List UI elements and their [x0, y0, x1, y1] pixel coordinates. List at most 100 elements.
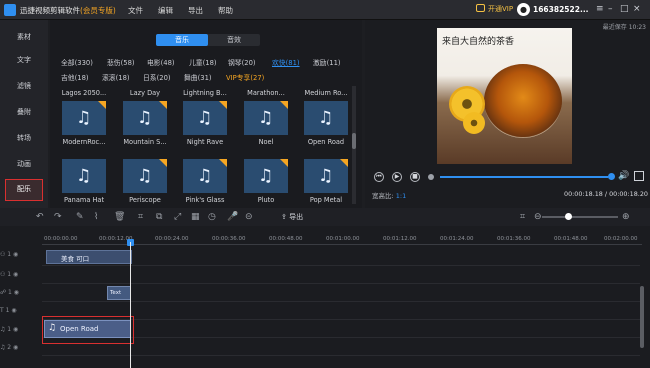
- music-item[interactable]: ♫ Periscope: [119, 159, 171, 204]
- fullscreen-icon[interactable]: [634, 171, 644, 181]
- music-note-icon: ♫: [76, 108, 92, 128]
- music-item-lazy-day[interactable]: Lazy Day: [119, 86, 171, 97]
- music-item[interactable]: ♫ ModernRoc...: [58, 101, 110, 146]
- music-label: Night Rave: [186, 138, 224, 146]
- volume-icon[interactable]: 🔊: [618, 171, 629, 181]
- music-label: Lightning B...: [183, 89, 227, 97]
- zoom-in-icon[interactable]: ⊕: [622, 212, 630, 222]
- selection-highlight: [42, 316, 134, 344]
- sidebar-item-filter[interactable]: 滤镜: [0, 76, 48, 96]
- track-row[interactable]: [42, 266, 640, 284]
- aspect-ratio[interactable]: 宽高比: 1:1: [372, 190, 406, 200]
- music-thumb: ♫: [123, 101, 167, 135]
- menu-edit[interactable]: 编辑: [158, 5, 173, 16]
- music-item-marathon[interactable]: Marathon...: [240, 86, 292, 97]
- music-item[interactable]: ♫ Pop Metal: [300, 159, 348, 204]
- track-label-overlay: ⚇ 1 ◉: [0, 271, 19, 278]
- close-icon[interactable]: ×: [633, 4, 641, 14]
- avatar[interactable]: ●: [517, 3, 530, 16]
- category-piano[interactable]: 钢琴(20): [228, 57, 256, 67]
- music-item[interactable]: ♫ Mountain S...: [119, 101, 171, 146]
- music-item[interactable]: ♫ Noel: [240, 101, 292, 146]
- music-label: Lagos 2050...: [61, 89, 107, 97]
- export-button[interactable]: ⇪ 导出: [281, 212, 303, 222]
- menu-icon[interactable]: ≡: [596, 4, 604, 14]
- category-dance[interactable]: 舞曲(31): [184, 72, 212, 82]
- category-japanese[interactable]: 日系(20): [143, 72, 171, 82]
- zoom-slider-knob[interactable]: [565, 213, 572, 220]
- tab-sfx[interactable]: 音效: [208, 34, 260, 46]
- copy-icon[interactable]: ⧉: [156, 212, 162, 222]
- category-vip[interactable]: VIP专享(27): [226, 72, 264, 82]
- user-name[interactable]: 166382522...: [533, 5, 589, 14]
- previous-icon[interactable]: ⏮: [374, 172, 384, 182]
- stop-icon[interactable]: ■: [410, 172, 420, 182]
- crop-icon[interactable]: ⌗: [138, 212, 143, 222]
- delete-icon[interactable]: 🗑: [114, 212, 125, 222]
- edit-icon[interactable]: ✎: [76, 212, 84, 222]
- preview-progress-knob[interactable]: [608, 173, 615, 180]
- category-movie[interactable]: 电影(48): [147, 57, 175, 67]
- vip-corner-icon: [219, 159, 227, 167]
- sidebar-item-music[interactable]: 配乐: [5, 179, 43, 201]
- category-sad[interactable]: 悲伤(58): [107, 57, 135, 67]
- mic-icon[interactable]: 🎤: [227, 212, 238, 222]
- menu-export[interactable]: 导出: [188, 5, 203, 16]
- preview-time: 00:00:18.18 / 00:00:18.20: [564, 190, 648, 198]
- redo-icon[interactable]: ↷: [54, 212, 62, 222]
- timeline-scrollbar[interactable]: [640, 286, 644, 348]
- undo-icon[interactable]: ↶: [36, 212, 44, 222]
- sidebar-item-text[interactable]: 文字: [0, 50, 48, 70]
- music-item-lagos[interactable]: Lagos 2050...: [58, 86, 110, 97]
- music-label: Open Road: [307, 138, 345, 146]
- clock-icon[interactable]: ◷: [208, 212, 216, 222]
- marker-icon[interactable]: [428, 174, 434, 180]
- music-item-open-road[interactable]: ♫ Open Road: [300, 101, 348, 146]
- play-icon[interactable]: ▶: [392, 172, 402, 182]
- vip-corner-icon: [280, 159, 288, 167]
- category-motivate[interactable]: 激励(11): [313, 57, 341, 67]
- music-scroll-thumb[interactable]: [352, 133, 356, 149]
- sidebar-item-overlay[interactable]: 叠附: [0, 102, 48, 122]
- minimize-icon[interactable]: –: [608, 4, 613, 14]
- speed-icon[interactable]: ⤢: [174, 212, 181, 222]
- music-item[interactable]: ♫ Panama Hat: [58, 159, 110, 204]
- vip-corner-icon: [159, 159, 167, 167]
- music-label: Marathon...: [247, 89, 285, 97]
- category-rock[interactable]: 滚滚(18): [102, 72, 130, 82]
- music-note-icon: ♫: [197, 108, 213, 128]
- category-happy[interactable]: 欢快(81): [272, 57, 300, 67]
- video-clip[interactable]: 美食 可口: [46, 250, 132, 264]
- track-row[interactable]: [42, 284, 640, 302]
- playhead[interactable]: [130, 242, 131, 368]
- menu-file[interactable]: 文件: [128, 5, 143, 16]
- music-item-lightning[interactable]: Lightning B...: [179, 86, 231, 97]
- music-item-medium-rock[interactable]: Medium Ro...: [300, 86, 348, 97]
- vip-button[interactable]: 开通VIP: [476, 4, 513, 14]
- category-guitar[interactable]: 吉他(18): [61, 72, 89, 82]
- music-item[interactable]: ♫ Pluto: [240, 159, 292, 204]
- zoom-fit-icon[interactable]: ⌗: [520, 212, 525, 222]
- sidebar-item-media[interactable]: 素材: [0, 27, 48, 47]
- tab-music[interactable]: 音乐: [156, 34, 208, 46]
- text-clip[interactable]: Text: [107, 286, 131, 300]
- music-thumb: ♫: [62, 159, 106, 193]
- music-item[interactable]: ♫ Night Rave: [179, 101, 231, 146]
- music-thumb: ♫: [244, 101, 288, 135]
- category-all[interactable]: 全部(330): [61, 57, 93, 67]
- video-preview[interactable]: 来自大自然的茶香: [437, 28, 572, 164]
- zoom-slider[interactable]: [542, 216, 618, 218]
- menu-help[interactable]: 帮助: [218, 5, 233, 16]
- adjust-icon[interactable]: ⊝: [245, 212, 253, 222]
- music-thumb: ♫: [183, 101, 227, 135]
- mosaic-icon[interactable]: ▦: [191, 212, 200, 222]
- category-kids[interactable]: 儿童(18): [189, 57, 217, 67]
- sidebar-item-animation[interactable]: 动画: [0, 154, 48, 174]
- music-thumb: ♫: [304, 159, 348, 193]
- maximize-icon[interactable]: □: [620, 4, 629, 14]
- zoom-out-icon[interactable]: ⊖: [534, 212, 542, 222]
- music-item[interactable]: ♫ Pink's Glass: [179, 159, 231, 204]
- sidebar-item-transition[interactable]: 转场: [0, 128, 48, 148]
- split-icon[interactable]: ⌇: [94, 212, 98, 222]
- vip-corner-icon: [219, 101, 227, 109]
